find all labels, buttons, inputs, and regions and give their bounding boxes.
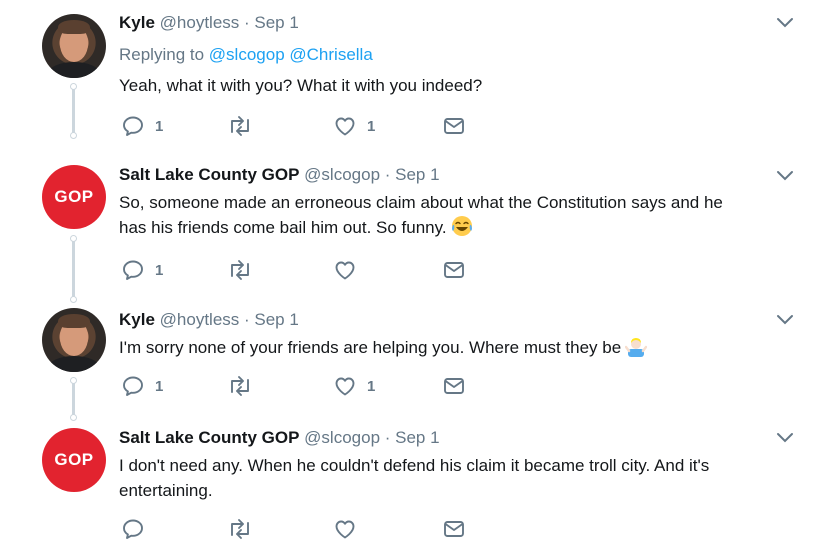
handle[interactable]: @slcogop [304, 165, 380, 184]
retweet-button[interactable] [227, 258, 253, 282]
heart-icon [333, 517, 357, 541]
display-name[interactable]: Kyle [119, 13, 155, 32]
avatar-kyle[interactable] [42, 14, 106, 78]
like-count: 1 [367, 117, 376, 135]
reply-count: 1 [155, 377, 164, 395]
reply-handle-link[interactable]: @Chrisella [289, 45, 372, 64]
timestamp[interactable]: Sep 1 [395, 428, 439, 447]
reply-icon [121, 114, 145, 138]
like-button[interactable]: 1 [333, 114, 375, 138]
chevron-down-icon[interactable] [776, 431, 794, 445]
like-count: 1 [367, 377, 376, 395]
gop-logo-text: GOP [54, 187, 94, 206]
envelope-icon [442, 114, 466, 138]
thread-line [70, 83, 77, 139]
chevron-down-icon[interactable] [776, 16, 794, 30]
chevron-down-icon[interactable] [776, 169, 794, 183]
reply-count: 1 [155, 261, 164, 279]
display-name[interactable]: Salt Lake County GOP [119, 428, 299, 447]
tweet-1[interactable]: Kyle @hoytless · Sep 1 Replying to @slco… [0, 0, 836, 145]
tweet-actions [119, 517, 479, 541]
reply-handle-link[interactable]: @slcogop [209, 45, 285, 64]
tweet-actions: 1 [119, 258, 479, 282]
heart-icon [333, 258, 357, 282]
direct-message-button[interactable] [442, 517, 466, 541]
tweet-actions: 1 1 [119, 374, 479, 398]
direct-message-button[interactable] [442, 114, 466, 138]
replying-to: Replying to @slcogop @Chrisella [119, 45, 373, 65]
retweet-icon [227, 258, 253, 282]
handle[interactable]: @hoytless [160, 13, 240, 32]
tweet-text: So, someone made an erroneous claim abou… [119, 190, 799, 244]
reply-icon [121, 374, 145, 398]
direct-message-button[interactable] [442, 258, 466, 282]
heart-icon [333, 374, 357, 398]
direct-message-button[interactable] [442, 374, 466, 398]
reply-button[interactable]: 1 [121, 114, 163, 138]
heart-icon [333, 114, 357, 138]
replying-to-label: Replying to [119, 45, 205, 64]
handle[interactable]: @slcogop [304, 428, 380, 447]
retweet-icon [227, 114, 253, 138]
tweet-text: I don't need any. When he couldn't defen… [119, 453, 799, 503]
like-button[interactable] [333, 517, 367, 541]
timestamp[interactable]: Sep 1 [254, 13, 298, 32]
thread-line [70, 235, 77, 303]
tweet-text-line: entertaining. [119, 481, 213, 500]
tweet-text: I'm sorry none of your friends are helpi… [119, 335, 799, 364]
avatar-gop[interactable]: GOP [42, 165, 106, 229]
tweet-text-line: I don't need any. When he couldn't defen… [119, 456, 710, 475]
retweet-button[interactable] [227, 114, 253, 138]
avatar-gop[interactable]: GOP [42, 428, 106, 492]
face-with-tears-of-joy-icon [451, 215, 473, 244]
envelope-icon [442, 258, 466, 282]
tweet-text-line: I'm sorry none of your friends are helpi… [119, 338, 622, 357]
tweet-header: Kyle @hoytless · Sep 1 [119, 13, 299, 32]
tweet-text: Yeah, what it with you? What it with you… [119, 76, 483, 95]
retweet-icon [227, 374, 253, 398]
man-shrugging-icon [624, 335, 648, 364]
tweet-header: Salt Lake County GOP @slcogop · Sep 1 [119, 428, 440, 447]
timestamp[interactable]: Sep 1 [395, 165, 439, 184]
retweet-button[interactable] [227, 517, 253, 541]
retweet-icon [227, 517, 253, 541]
tweet-text-line: has his friends come bail him out. So fu… [119, 218, 447, 237]
tweet-4[interactable]: GOP Salt Lake County GOP @slcogop · Sep … [0, 413, 836, 556]
retweet-button[interactable] [227, 374, 253, 398]
envelope-icon [442, 374, 466, 398]
like-button[interactable] [333, 258, 367, 282]
reply-icon [121, 258, 145, 282]
tweet-text-line: So, someone made an erroneous claim abou… [119, 193, 723, 212]
tweet-header: Salt Lake County GOP @slcogop · Sep 1 [119, 165, 440, 184]
reply-button[interactable]: 1 [121, 374, 163, 398]
handle[interactable]: @hoytless [160, 310, 240, 329]
reply-button[interactable]: 1 [121, 258, 163, 282]
display-name[interactable]: Kyle [119, 310, 155, 329]
timestamp[interactable]: Sep 1 [254, 310, 298, 329]
gop-logo-text: GOP [54, 450, 94, 469]
tweet-3[interactable]: Kyle @hoytless · Sep 1 I'm sorry none of… [0, 295, 836, 421]
envelope-icon [442, 517, 466, 541]
reply-button[interactable] [121, 517, 155, 541]
tweet-header: Kyle @hoytless · Sep 1 [119, 310, 299, 329]
avatar-kyle[interactable] [42, 308, 106, 372]
reply-count: 1 [155, 117, 164, 135]
tweet-actions: 1 1 [119, 114, 479, 138]
display-name[interactable]: Salt Lake County GOP [119, 165, 299, 184]
chevron-down-icon[interactable] [776, 313, 794, 327]
tweet-2[interactable]: GOP Salt Lake County GOP @slcogop · Sep … [0, 145, 836, 303]
reply-icon [121, 517, 145, 541]
like-button[interactable]: 1 [333, 374, 375, 398]
